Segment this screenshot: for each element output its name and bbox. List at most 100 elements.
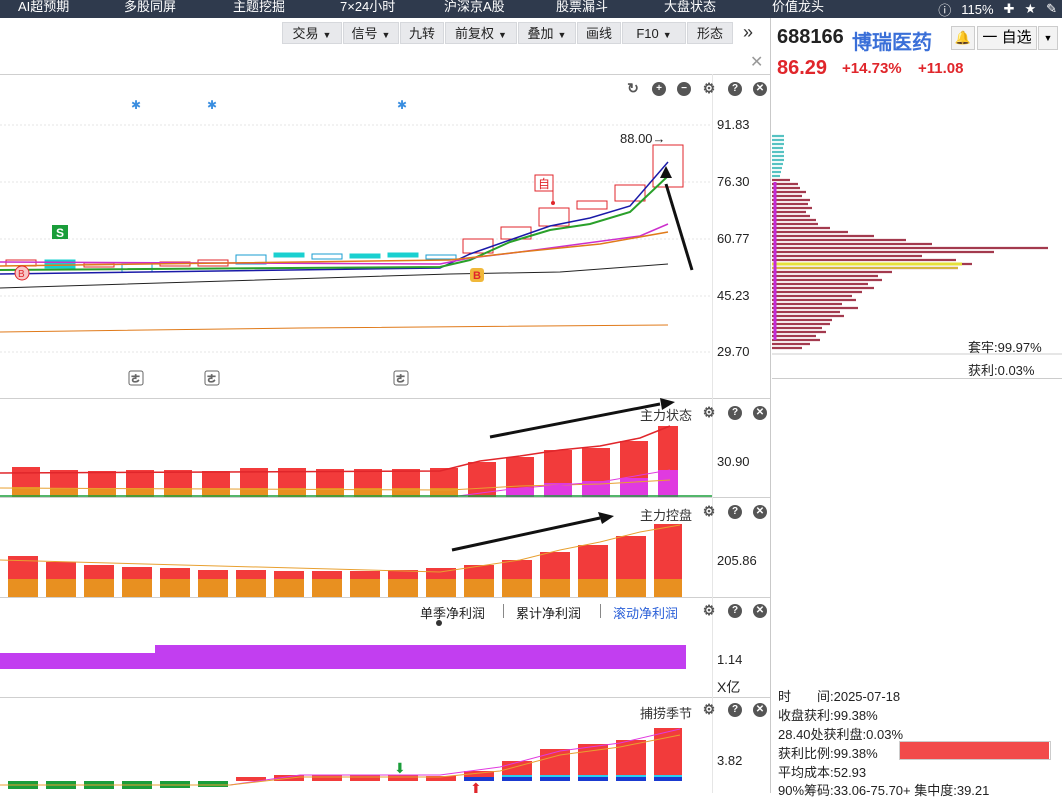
chevron-down-icon: ▼: [381, 30, 391, 40]
zhuli-zhuangtai-chart[interactable]: [0, 398, 712, 497]
chip-avg-cost: 平均成本:52.93: [778, 765, 867, 780]
chip-huo-li: 获利:0.03%: [968, 363, 1035, 378]
close-icon[interactable]: ✕: [753, 406, 767, 420]
chevron-down-icon: ▼: [557, 30, 567, 40]
signal-label: 信号: [351, 26, 378, 41]
chip-time: 时 间:2025-07-18: [778, 689, 901, 704]
close-icon[interactable]: ✕: [753, 82, 767, 96]
annotation-88: 88.00→: [620, 131, 666, 146]
current-price: 86.29: [777, 57, 828, 79]
chip-divider: [772, 378, 1062, 379]
pattern-label: 形态: [696, 26, 723, 41]
special-marker-label: B: [18, 269, 25, 280]
pattern-button[interactable]: 形态: [687, 22, 733, 44]
f10-button[interactable]: F10 ▼: [622, 22, 686, 44]
help-icon[interactable]: ?: [728, 406, 742, 420]
change-value: +11.08: [918, 60, 964, 77]
unit-label: X亿: [717, 679, 741, 695]
nav-7x24[interactable]: 7×24小时: [340, 0, 395, 18]
nav-theme-mining[interactable]: 主题挖掘: [233, 0, 285, 18]
buy-marker-label: B: [473, 270, 481, 282]
profit-ratio-bar: [899, 741, 1051, 760]
edit-icon[interactable]: ✎: [1046, 1, 1057, 17]
chip-close-profit: 收盘获利:99.38%: [778, 708, 878, 723]
nav-ai-expectation[interactable]: AI超预期: [18, 0, 69, 18]
moving-average-lines: [0, 161, 669, 333]
up-arrow-icon: ⬆: [470, 780, 482, 793]
self-marker: 自: [534, 174, 555, 205]
sell-marker: S: [52, 225, 68, 240]
chip-range: 90%筹码:33.06-75.70+ 集中度:39.21: [778, 783, 990, 798]
zoom-in-icon[interactable]: ✚: [1004, 1, 1015, 17]
help-icon[interactable]: ?: [728, 505, 742, 519]
chip-bars: [772, 134, 1048, 350]
y-label: 91.83: [717, 117, 750, 132]
stock-code: 688166: [777, 26, 844, 48]
close-icon[interactable]: ✕: [753, 505, 767, 519]
nav-stock-funnel[interactable]: 股票漏斗: [556, 0, 608, 18]
y-label: 3.82: [717, 753, 743, 768]
chevron-down-icon[interactable]: ▼: [1038, 26, 1058, 50]
y-label: 205.86: [717, 553, 757, 568]
adjust-label: 前复权: [455, 26, 495, 41]
stock-name[interactable]: 博瑞医药: [852, 26, 932, 55]
close-icon[interactable]: ✕: [750, 52, 763, 72]
sell-marker-label: S: [56, 226, 64, 240]
nav-value-leader[interactable]: 价值龙头: [772, 0, 824, 18]
adjust-button[interactable]: 前复权 ▼: [445, 22, 517, 44]
signal-button[interactable]: 信号 ▼: [343, 22, 399, 44]
chevron-down-icon: ▼: [662, 30, 672, 40]
info-icon[interactable]: ⓘ: [938, 0, 951, 19]
change-percent: +14.73%: [842, 60, 902, 77]
trade-button[interactable]: 交易 ▼: [282, 22, 342, 44]
y-label: 30.90: [717, 454, 750, 469]
nav-right-controls: ⓘ 115% ✚ ★ ✎: [933, 0, 1062, 18]
arrow-annotation: [489, 398, 675, 439]
down-arrow-icon: ⬇: [394, 760, 406, 776]
y-label: 1.14: [717, 652, 743, 667]
y-label: 76.30: [717, 174, 750, 189]
profit-chart[interactable]: [0, 597, 712, 697]
y-label: 45.23: [717, 288, 750, 303]
nine-turn-button[interactable]: 九转: [400, 22, 444, 44]
max-price-annotation: 88.00→: [620, 131, 666, 146]
help-icon[interactable]: ?: [728, 604, 742, 618]
buhuo-chart[interactable]: ⬇ ⬆: [0, 697, 712, 793]
trade-label: 交易: [292, 26, 319, 41]
close-icon[interactable]: ✕: [753, 604, 767, 618]
grid-lines: [0, 124, 712, 353]
y-axis-line: [712, 74, 713, 793]
close-icon[interactable]: ✕: [753, 703, 767, 717]
chevron-down-icon: ▼: [322, 30, 332, 40]
chip-distribution-chart[interactable]: [772, 130, 1062, 355]
zhuli-kongpan-chart[interactable]: [0, 497, 712, 597]
chip-profit-at: 28.40处获利盘:0.03%: [778, 727, 904, 742]
overlay-button[interactable]: 叠加 ▼: [518, 22, 576, 44]
svg-text:✱: ✱: [397, 98, 407, 112]
svg-text:ㄜ: ㄜ: [396, 374, 405, 384]
nine-turn-label: 九转: [408, 26, 435, 41]
star-icon[interactable]: ★: [1024, 1, 1036, 17]
f10-label: F10: [636, 26, 659, 41]
svg-text:✱: ✱: [131, 98, 141, 112]
draw-line-label: 画线: [585, 26, 612, 41]
top-navigation-bar: AI超预期 多股同屏 主题挖掘 7×24小时 沪深京A股 股票漏斗 大盘状态 价…: [0, 0, 1062, 18]
event-icons: ㄜ ㄜ ㄜ: [128, 370, 409, 386]
help-icon[interactable]: ?: [728, 703, 742, 717]
vertical-divider: [770, 18, 771, 793]
bell-icon[interactable]: 🔔: [951, 26, 975, 50]
profit-ratio-bar-fill: [900, 742, 1050, 759]
svg-text:ㄜ: ㄜ: [131, 374, 140, 384]
kline-chart[interactable]: ✱ ✱ ✱ 88.00→ 自 S B B ㄜ ㄜ ㄜ: [0, 74, 712, 398]
nav-multi-stock[interactable]: 多股同屏: [124, 0, 176, 18]
add-watchlist-button[interactable]: 一 自选: [977, 26, 1037, 50]
chip-tao-lao: 套牢:99.97%: [968, 340, 1042, 355]
s-marker-left: B: [14, 265, 30, 281]
y-label: 60.77: [717, 231, 750, 246]
nav-a-shares[interactable]: 沪深京A股: [444, 0, 505, 18]
help-icon[interactable]: ?: [728, 82, 742, 96]
nav-market-state[interactable]: 大盘状态: [664, 0, 716, 18]
expand-icon[interactable]: »: [743, 22, 753, 43]
chart-toolbar: 交易 ▼ 信号 ▼ 九转 前复权 ▼ 叠加 ▼ 画线 F10 ▼ 形态 » ✕: [0, 18, 770, 71]
draw-line-button[interactable]: 画线: [577, 22, 621, 44]
